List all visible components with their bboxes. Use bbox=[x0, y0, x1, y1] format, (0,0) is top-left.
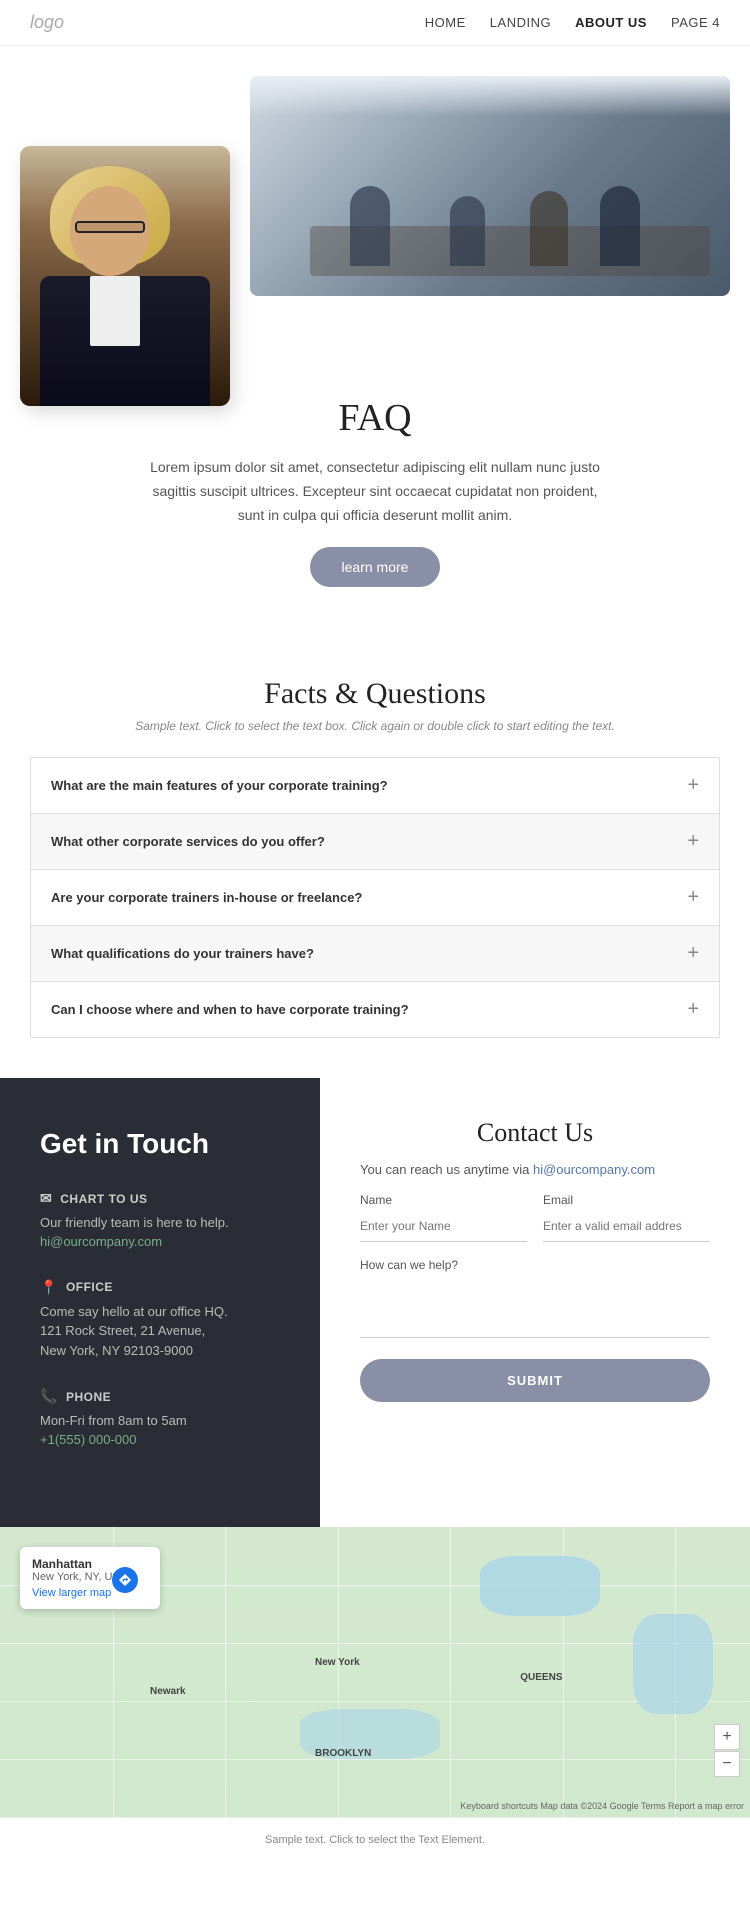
phone-number-link[interactable]: +1(555) 000-000 bbox=[40, 1432, 137, 1447]
accordion-question-4: What qualifications do your trainers hav… bbox=[51, 946, 314, 961]
message-label: How can we help? bbox=[360, 1258, 710, 1272]
hero-meeting-image bbox=[250, 76, 730, 296]
expand-icon-5: + bbox=[687, 998, 699, 1021]
directions-button[interactable] bbox=[112, 1567, 138, 1593]
logo: logo bbox=[30, 12, 64, 33]
map-label-newark: Newark bbox=[150, 1686, 186, 1697]
email-label: Email bbox=[543, 1193, 710, 1207]
zoom-out-button[interactable]: − bbox=[714, 1751, 740, 1777]
map-popup: Manhattan New York, NY, USA View larger … bbox=[20, 1547, 160, 1609]
navigation: HOME LANDING ABOUT US PAGE 4 bbox=[425, 15, 720, 30]
nav-page4[interactable]: PAGE 4 bbox=[671, 15, 720, 30]
map-water bbox=[633, 1614, 713, 1714]
phone-info: 📞 PHONE Mon-Fri from 8am to 5am +1(555) … bbox=[40, 1388, 280, 1449]
accordion-question-2: What other corporate services do you off… bbox=[51, 834, 325, 849]
name-input[interactable] bbox=[360, 1211, 527, 1242]
faq-content: FAQ Lorem ipsum dolor sit amet, consecte… bbox=[20, 396, 730, 587]
map-line bbox=[450, 1527, 451, 1817]
accordion-question-1: What are the main features of your corpo… bbox=[51, 778, 388, 793]
facts-section: Facts & Questions Sample text. Click to … bbox=[0, 657, 750, 1078]
chart-desc: Our friendly team is here to help. bbox=[40, 1213, 280, 1233]
accordion-item-3[interactable]: Are your corporate trainers in-house or … bbox=[31, 870, 719, 926]
accordion-question-3: Are your corporate trainers in-house or … bbox=[51, 890, 362, 905]
submit-button[interactable]: SUBMIT bbox=[360, 1359, 710, 1402]
map-line bbox=[338, 1527, 339, 1817]
office-info: 📍 OFFICE Come say hello at our office HQ… bbox=[40, 1279, 280, 1361]
contact-us-email-link[interactable]: hi@ourcompany.com bbox=[533, 1162, 655, 1177]
map-background: New York Newark QUEENS BROOKLYN Manhatta… bbox=[0, 1527, 750, 1817]
phone-icon: 📞 bbox=[40, 1388, 58, 1405]
nav-landing[interactable]: LANDING bbox=[490, 15, 551, 30]
header: logo HOME LANDING ABOUT US PAGE 4 bbox=[0, 0, 750, 46]
zoom-in-button[interactable]: + bbox=[714, 1724, 740, 1750]
map-water bbox=[480, 1556, 600, 1616]
chart-email-link[interactable]: hi@ourcompany.com bbox=[40, 1234, 162, 1249]
office-desc1: Come say hello at our office HQ. bbox=[40, 1302, 280, 1322]
map-line bbox=[225, 1527, 226, 1817]
phone-label: 📞 PHONE bbox=[40, 1388, 280, 1405]
accordion-question-5: Can I choose where and when to have corp… bbox=[51, 1002, 409, 1017]
accordion-item-4[interactable]: What qualifications do your trainers hav… bbox=[31, 926, 719, 982]
accordion-item-2[interactable]: What other corporate services do you off… bbox=[31, 814, 719, 870]
nav-about[interactable]: ABOUT US bbox=[575, 15, 647, 30]
faq-accordion: What are the main features of your corpo… bbox=[30, 757, 720, 1038]
office-desc3: New York, NY 92103-9000 bbox=[40, 1341, 280, 1361]
facts-title: Facts & Questions bbox=[30, 677, 720, 711]
get-in-touch-title: Get in Touch bbox=[40, 1128, 280, 1160]
form-name-email-row: Name Email bbox=[360, 1193, 710, 1242]
expand-icon-4: + bbox=[687, 942, 699, 965]
chart-label: ✉ CHART TO US bbox=[40, 1190, 280, 1207]
expand-icon-1: + bbox=[687, 774, 699, 797]
message-group: How can we help? bbox=[360, 1258, 710, 1359]
message-textarea[interactable] bbox=[360, 1278, 710, 1338]
name-group: Name bbox=[360, 1193, 527, 1242]
contact-form-panel: Contact Us You can reach us anytime via … bbox=[320, 1078, 750, 1527]
office-label: 📍 OFFICE bbox=[40, 1279, 280, 1296]
facts-subtitle: Sample text. Click to select the text bo… bbox=[30, 719, 720, 733]
learn-more-button[interactable]: learn more bbox=[310, 547, 441, 587]
accordion-item-1[interactable]: What are the main features of your corpo… bbox=[31, 758, 719, 814]
office-desc2: 121 Rock Street, 21 Avenue, bbox=[40, 1321, 280, 1341]
expand-icon-2: + bbox=[687, 830, 699, 853]
email-input[interactable] bbox=[543, 1211, 710, 1242]
contact-section: Get in Touch ✉ CHART TO US Our friendly … bbox=[0, 1078, 750, 1527]
chart-info: ✉ CHART TO US Our friendly team is here … bbox=[40, 1190, 280, 1251]
location-icon: 📍 bbox=[40, 1279, 58, 1296]
footer: Sample text. Click to select the Text El… bbox=[0, 1817, 750, 1862]
map-section: New York Newark QUEENS BROOKLYN Manhatta… bbox=[0, 1527, 750, 1817]
faq-description: Lorem ipsum dolor sit amet, consectetur … bbox=[145, 456, 605, 527]
phone-hours: Mon-Fri from 8am to 5am bbox=[40, 1411, 280, 1431]
map-zoom-controls: + − bbox=[714, 1724, 740, 1777]
map-credits: Keyboard shortcuts Map data ©2024 Google… bbox=[460, 1801, 744, 1811]
expand-icon-3: + bbox=[687, 886, 699, 909]
nav-home[interactable]: HOME bbox=[425, 15, 466, 30]
footer-text: Sample text. Click to select the Text El… bbox=[265, 1834, 485, 1846]
map-label-manhattan: New York bbox=[315, 1657, 360, 1668]
email-icon: ✉ bbox=[40, 1190, 52, 1207]
hero-image-container bbox=[20, 76, 730, 376]
contact-us-title: Contact Us bbox=[360, 1118, 710, 1148]
name-label: Name bbox=[360, 1193, 527, 1207]
contact-us-desc: You can reach us anytime via hi@ourcompa… bbox=[360, 1162, 710, 1177]
hero-section: FAQ Lorem ipsum dolor sit amet, consecte… bbox=[0, 46, 750, 597]
accordion-item-5[interactable]: Can I choose where and when to have corp… bbox=[31, 982, 719, 1037]
get-in-touch-panel: Get in Touch ✉ CHART TO US Our friendly … bbox=[0, 1078, 320, 1527]
map-label-brooklyn: BROOKLYN bbox=[315, 1748, 371, 1759]
email-group: Email bbox=[543, 1193, 710, 1242]
hero-person-card bbox=[20, 146, 230, 406]
map-label-queens: QUEENS bbox=[520, 1672, 562, 1683]
